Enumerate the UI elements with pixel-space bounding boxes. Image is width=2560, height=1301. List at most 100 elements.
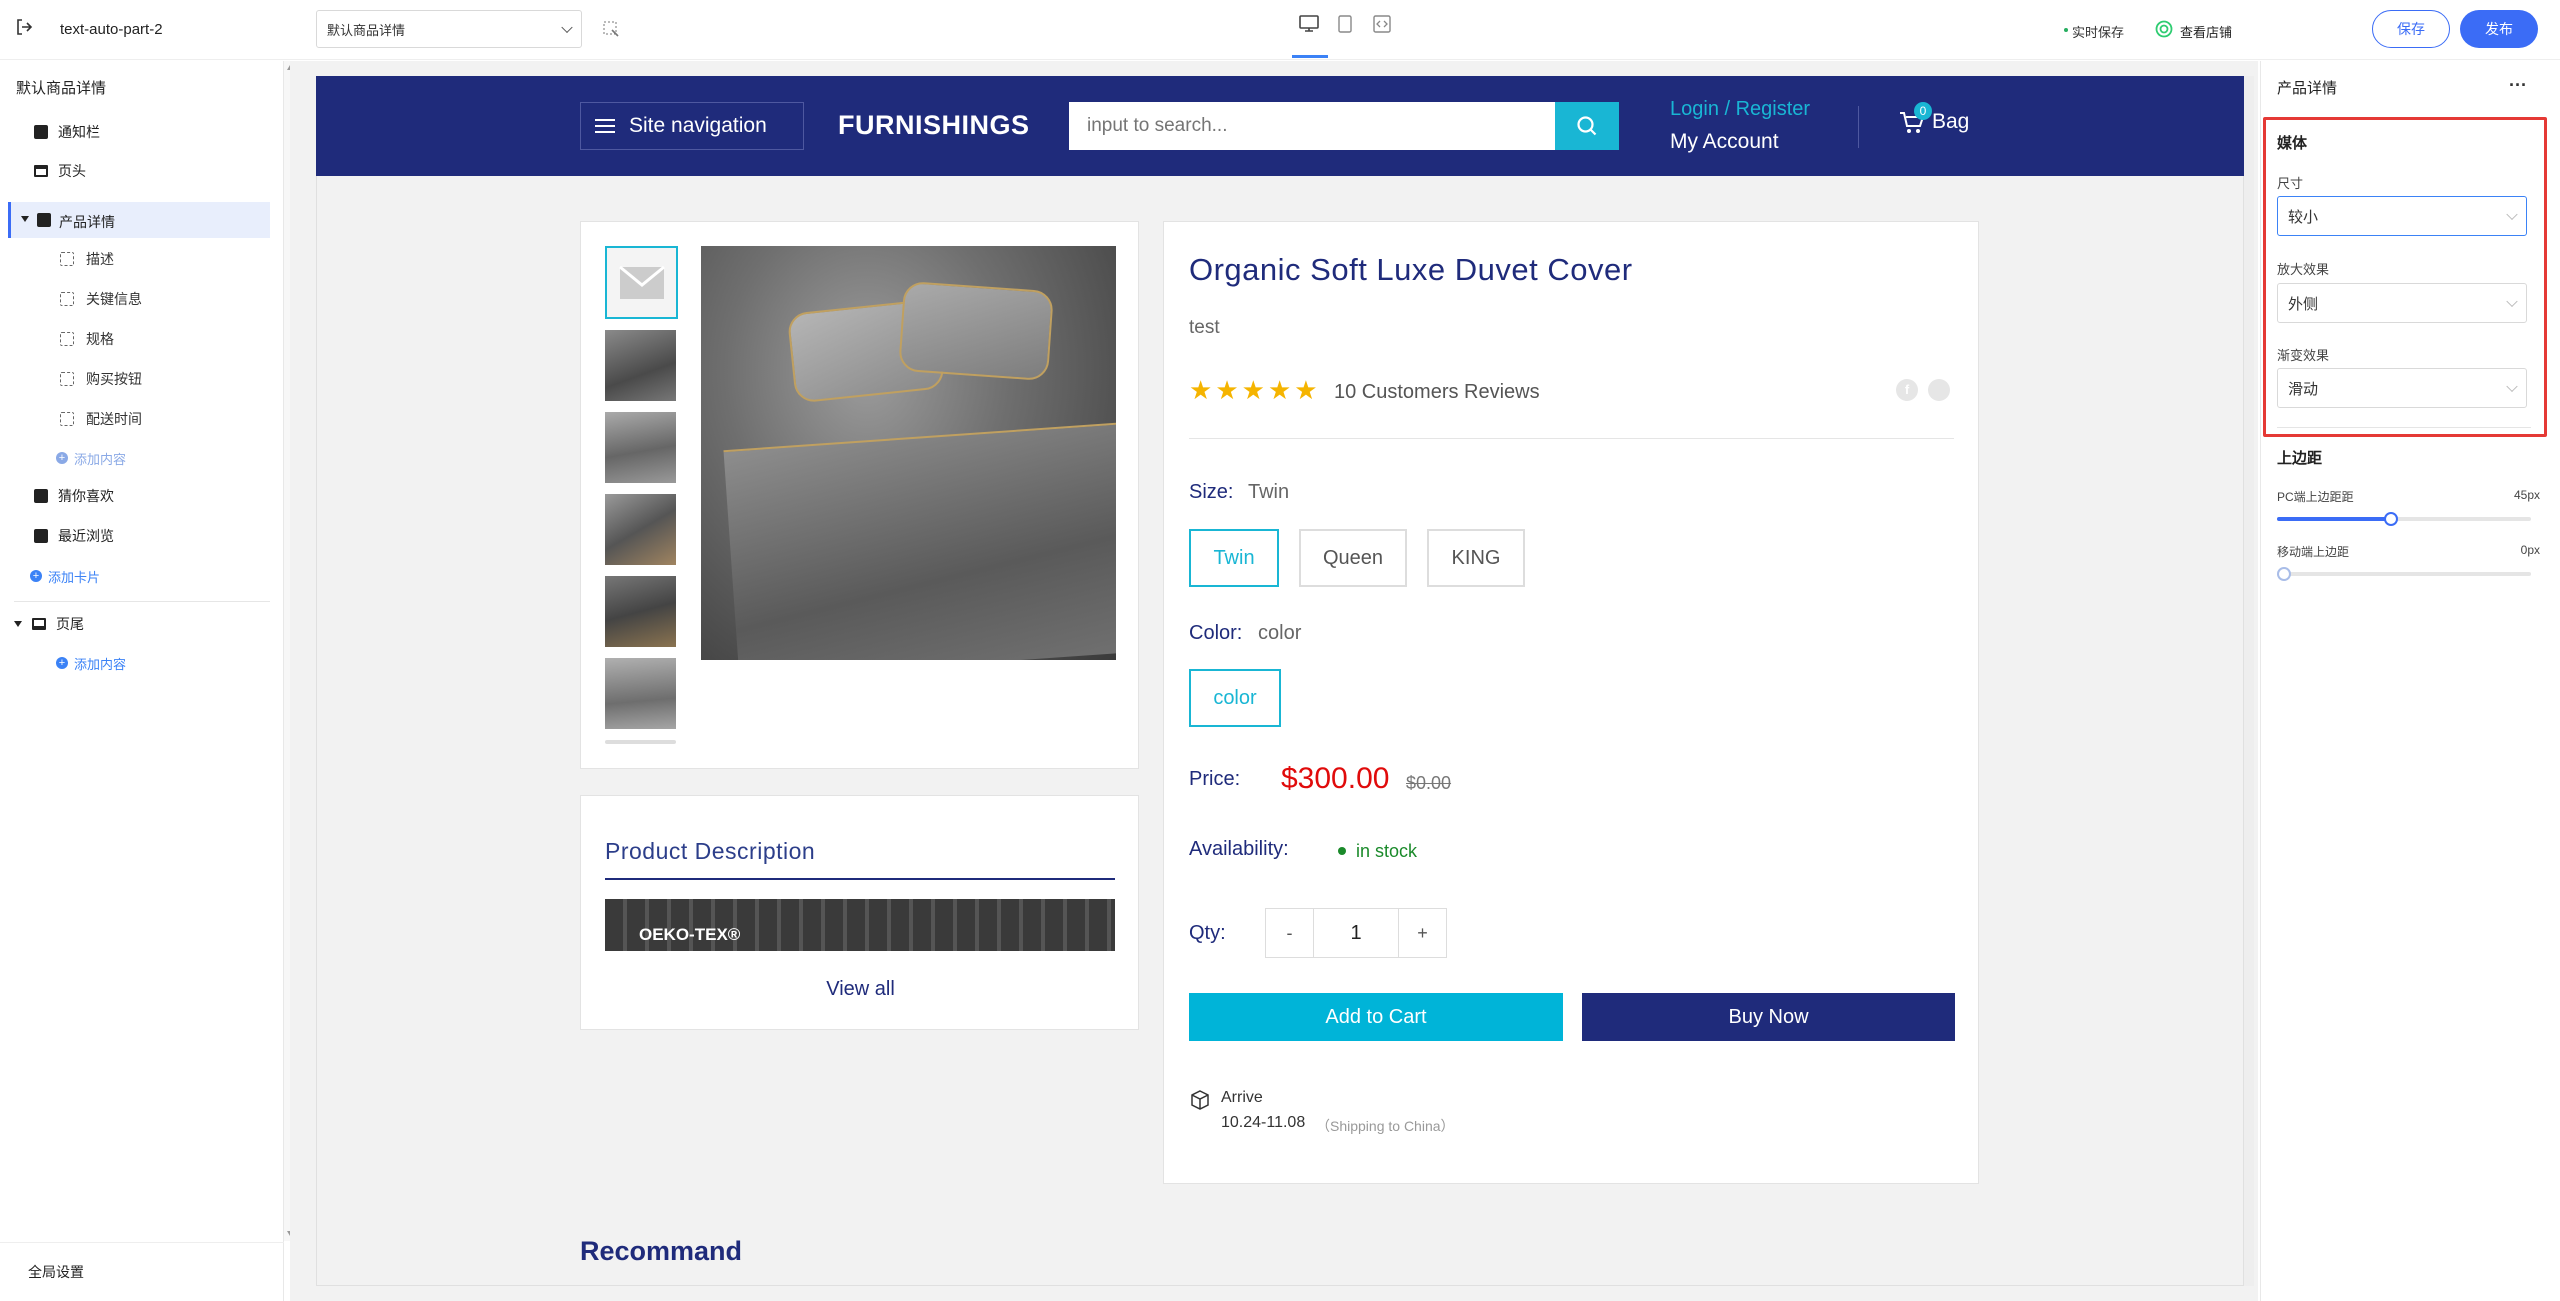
qty-stepper: - 1 + bbox=[1265, 908, 1447, 958]
mobile-margin-slider[interactable] bbox=[2277, 567, 2531, 581]
thumbnail[interactable] bbox=[605, 658, 676, 729]
size-option-queen[interactable]: Queen bbox=[1299, 529, 1407, 587]
global-settings-link[interactable]: 全局设置 bbox=[28, 1262, 84, 1282]
tree-item-you-may-like[interactable]: 猜你喜欢 bbox=[34, 478, 114, 514]
add-to-cart-button[interactable]: Add to Cart bbox=[1189, 993, 1563, 1041]
thumbnail-strip-scrollbar[interactable] bbox=[605, 740, 676, 744]
thumbnail[interactable] bbox=[605, 412, 676, 483]
tree-item-notice-bar[interactable]: 通知栏 bbox=[34, 114, 100, 150]
exit-icon[interactable] bbox=[14, 17, 34, 37]
star-icon: ★ bbox=[1267, 375, 1292, 405]
tree-subitem-description[interactable]: 描述 bbox=[60, 241, 114, 277]
star-icon: ★ bbox=[1215, 375, 1239, 405]
zoom-effect-select[interactable]: 外侧 bbox=[2277, 283, 2527, 323]
pc-margin-slider-handle[interactable] bbox=[2384, 512, 2399, 526]
tree-subitem-key-info[interactable]: 关键信息 bbox=[60, 281, 142, 317]
facebook-share-icon[interactable]: f bbox=[1896, 379, 1918, 401]
realtime-save-dot bbox=[2064, 28, 2068, 32]
header-divider bbox=[1858, 106, 1859, 148]
plus-circle-icon: + bbox=[30, 570, 42, 582]
tree-subitem-delivery-time[interactable]: 配送时间 bbox=[60, 401, 142, 437]
transition-effect-select[interactable]: 滑动 bbox=[2277, 368, 2527, 408]
zoom-field-label: 放大效果 bbox=[2277, 262, 2330, 277]
buy-now-button[interactable]: Buy Now bbox=[1582, 993, 1955, 1041]
price: $300.00 bbox=[1281, 762, 1390, 795]
thumbnail[interactable] bbox=[605, 576, 676, 647]
color-option[interactable]: color bbox=[1189, 669, 1281, 727]
code-view-icon[interactable] bbox=[1372, 14, 1392, 34]
top-bar: text-auto-part-2 默认商品详情 实时保存 查看店铺 保存 发布 bbox=[0, 0, 2560, 60]
brand-logo[interactable]: FURNISHINGS bbox=[838, 110, 1030, 141]
pc-margin-slider[interactable] bbox=[2277, 512, 2531, 526]
tree-item-recently-viewed[interactable]: 最近浏览 bbox=[34, 518, 114, 554]
tree-item-label: 通知栏 bbox=[58, 124, 100, 140]
header-section-icon bbox=[34, 165, 48, 177]
site-nav-button[interactable]: Site navigation bbox=[580, 102, 804, 150]
publish-button[interactable]: 发布 bbox=[2460, 10, 2538, 48]
qty-input[interactable]: 1 bbox=[1314, 909, 1398, 957]
caret-down-icon[interactable] bbox=[14, 621, 22, 627]
tree-item-product-detail[interactable]: 产品详情 bbox=[8, 202, 270, 238]
twitter-share-icon[interactable] bbox=[1928, 379, 1950, 401]
size-option-twin[interactable]: Twin bbox=[1189, 529, 1279, 587]
pc-margin-value: 45px bbox=[2513, 488, 2540, 502]
recommend-heading: Recommand bbox=[580, 1236, 743, 1266]
thumbnail[interactable] bbox=[605, 330, 676, 401]
save-button[interactable]: 保存 bbox=[2372, 10, 2450, 48]
login-register-link[interactable]: Login / Register bbox=[1670, 98, 1810, 121]
mobile-margin-slider-handle[interactable] bbox=[2277, 567, 2291, 581]
tree-subitem-specs[interactable]: 规格 bbox=[60, 321, 114, 357]
store-header: Site navigation FURNISHINGS Login / Regi… bbox=[316, 76, 2244, 176]
tree-item-label: 猜你喜欢 bbox=[58, 488, 114, 504]
store-icon bbox=[2154, 19, 2174, 39]
subitem-label: 购买按钮 bbox=[86, 371, 142, 387]
divider bbox=[1189, 438, 1954, 439]
compare-price: $0.00 bbox=[1406, 773, 1452, 793]
tree-item-footer[interactable]: 页尾 bbox=[14, 606, 84, 642]
thumbnail[interactable] bbox=[605, 494, 676, 565]
qty-minus-button[interactable]: - bbox=[1266, 909, 1314, 957]
product-info-card: Organic Soft Luxe Duvet Cover test ★ ★ ★… bbox=[1163, 221, 1979, 1184]
chevron-down-icon bbox=[561, 21, 573, 34]
qty-plus-button[interactable]: + bbox=[1398, 909, 1446, 957]
image-size-select[interactable]: 较小 bbox=[2277, 196, 2527, 236]
tree-item-label: 页尾 bbox=[56, 616, 84, 632]
tree-item-header[interactable]: 页头 bbox=[34, 153, 86, 189]
add-content-link[interactable]: + 添加内容 bbox=[56, 440, 126, 476]
search-button[interactable] bbox=[1555, 102, 1619, 150]
add-card-link[interactable]: + 添加卡片 bbox=[30, 558, 100, 594]
project-name: text-auto-part-2 bbox=[60, 21, 163, 38]
caret-down-icon[interactable] bbox=[21, 216, 29, 222]
main-product-image[interactable] bbox=[701, 246, 1116, 660]
add-to-cart-label: Add to Cart bbox=[1325, 1005, 1427, 1028]
tree-subitem-buy-button[interactable]: 购买按钮 bbox=[60, 361, 142, 397]
section-icon bbox=[34, 489, 48, 503]
search-input[interactable] bbox=[1069, 102, 1555, 150]
mobile-margin-label: 移动端上边距 bbox=[2277, 545, 2350, 559]
canvas-scrollbar[interactable] bbox=[2244, 76, 2254, 1286]
more-options-button[interactable]: ··· bbox=[2509, 75, 2527, 96]
thumbnail-placeholder[interactable] bbox=[605, 246, 678, 319]
reviews-count[interactable]: 10 Customers Reviews bbox=[1334, 381, 1540, 404]
color-value: color bbox=[1258, 622, 1302, 644]
color-label: Color: bbox=[1189, 622, 1243, 644]
tablet-view-icon[interactable] bbox=[1336, 14, 1354, 34]
view-all-link[interactable]: View all bbox=[581, 978, 1140, 1001]
product-title: Organic Soft Luxe Duvet Cover bbox=[1189, 252, 1633, 287]
page-select[interactable]: 默认商品详情 bbox=[316, 10, 582, 48]
view-store-link[interactable]: 查看店铺 bbox=[2180, 22, 2232, 41]
mail-icon bbox=[618, 265, 665, 299]
size-option-label: KING bbox=[1451, 546, 1501, 569]
desktop-view-icon[interactable] bbox=[1298, 14, 1320, 34]
size-label: Size: bbox=[1189, 481, 1234, 503]
bag-link[interactable]: 0 Bag bbox=[1898, 102, 1969, 136]
availability-label: Availability: bbox=[1189, 838, 1289, 860]
site-nav-label: Site navigation bbox=[629, 114, 767, 137]
star-icon: ★ bbox=[1241, 375, 1265, 405]
select-region-icon[interactable] bbox=[602, 20, 620, 38]
add-content-link[interactable]: + 添加内容 bbox=[56, 645, 126, 681]
chevron-down-icon bbox=[2506, 380, 2518, 393]
my-account-link[interactable]: My Account bbox=[1670, 130, 1779, 154]
save-label: 保存 bbox=[2397, 21, 2425, 37]
size-option-king[interactable]: KING bbox=[1427, 529, 1525, 587]
